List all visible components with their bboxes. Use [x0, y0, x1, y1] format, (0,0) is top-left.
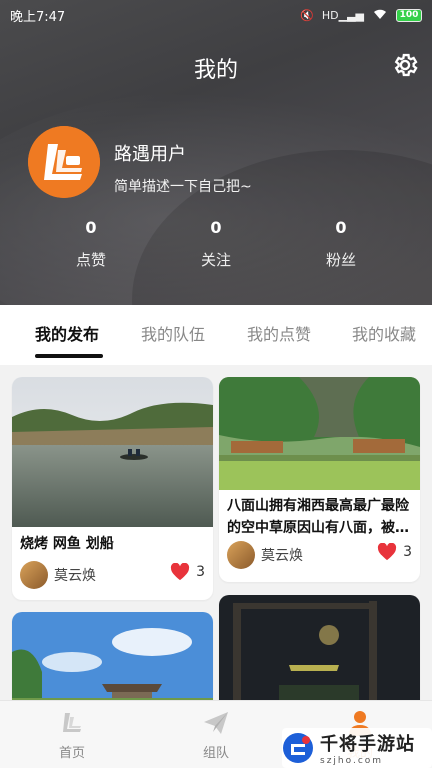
post-photo — [12, 612, 213, 712]
heart-icon — [377, 543, 397, 561]
paper-plane-icon — [176, 708, 256, 738]
author-name: 莫云焕 — [261, 548, 303, 564]
like-button[interactable]: 3 — [170, 563, 205, 581]
watermark-sub: szjho.com — [320, 756, 384, 766]
post-title: 烧烤 网鱼 划船 — [20, 536, 114, 552]
site-watermark: 千将手游站 szjho.com — [282, 728, 432, 768]
page-title: 我的 — [193, 58, 238, 83]
status-icons: 🔇 HD▁▃▅ 100 — [300, 8, 422, 23]
nav-label: 首页 — [58, 746, 85, 761]
like-count: 3 — [403, 544, 412, 560]
stat-value: 0 — [85, 218, 97, 237]
post-author[interactable]: 莫云焕 — [227, 541, 303, 569]
like-count: 3 — [196, 564, 205, 580]
user-avatar[interactable] — [28, 126, 100, 198]
tab-my-posts[interactable]: 我的发布 — [35, 321, 99, 345]
stat-likes[interactable]: 0 点赞 — [46, 218, 136, 270]
nav-team[interactable]: 组队 — [176, 708, 256, 761]
post-card[interactable] — [219, 595, 420, 712]
post-card[interactable] — [12, 612, 213, 712]
author-name: 莫云焕 — [54, 568, 96, 584]
tab-indicator — [35, 354, 103, 358]
tab-my-favorites[interactable]: 我的收藏 — [352, 321, 416, 345]
author-avatar — [20, 561, 48, 589]
stat-value: 0 — [210, 218, 222, 237]
settings-button[interactable] — [388, 48, 422, 82]
nav-label: 组队 — [202, 746, 229, 761]
watermark-logo-icon — [283, 733, 313, 763]
heart-icon — [170, 563, 190, 581]
tab-my-likes[interactable]: 我的点赞 — [247, 321, 311, 345]
home-logo-icon — [32, 708, 112, 738]
battery-icon: 100 — [396, 8, 422, 22]
signal-label: HD — [321, 8, 339, 22]
post-card[interactable]: 八面山拥有湘西最高最广最险的空中草原因山有八面，被… 莫云焕 3 — [219, 377, 420, 582]
mute-icon: 🔇 — [300, 8, 314, 22]
stat-label: 粉丝 — [325, 251, 356, 269]
stat-followers[interactable]: 0 粉丝 — [296, 218, 386, 270]
user-name[interactable]: 路遇用户 — [114, 140, 186, 166]
status-time: 晚上7:47 — [10, 9, 66, 25]
stat-label: 关注 — [200, 251, 231, 269]
post-photo — [12, 377, 213, 527]
stat-value: 0 — [335, 218, 347, 237]
status-bar: 晚上7:47 🔇 HD▁▃▅ 100 — [0, 0, 432, 30]
stat-following[interactable]: 0 关注 — [171, 218, 261, 270]
post-photo — [219, 377, 420, 490]
post-author[interactable]: 莫云焕 — [20, 561, 96, 589]
gear-icon — [394, 53, 418, 77]
app-logo-icon — [28, 126, 100, 198]
nav-home[interactable]: 首页 — [32, 708, 112, 761]
signal-icon: HD▁▃▅ — [321, 8, 364, 22]
post-card[interactable]: 烧烤 网鱼 划船 莫云焕 3 — [12, 377, 213, 600]
like-button[interactable]: 3 — [377, 543, 412, 561]
user-bio[interactable]: 简单描述一下自己把~ — [114, 176, 252, 196]
post-photo — [219, 595, 420, 712]
stat-label: 点赞 — [75, 251, 106, 269]
wifi-icon — [372, 8, 388, 23]
watermark-text-block: 千将手游站 szjho.com — [320, 730, 415, 766]
post-title: 八面山拥有湘西最高最广最险的空中草原因山有八面，被… — [227, 498, 409, 536]
watermark-text: 千将手游站 — [320, 734, 415, 755]
tab-my-teams[interactable]: 我的队伍 — [141, 321, 205, 345]
author-avatar — [227, 541, 255, 569]
